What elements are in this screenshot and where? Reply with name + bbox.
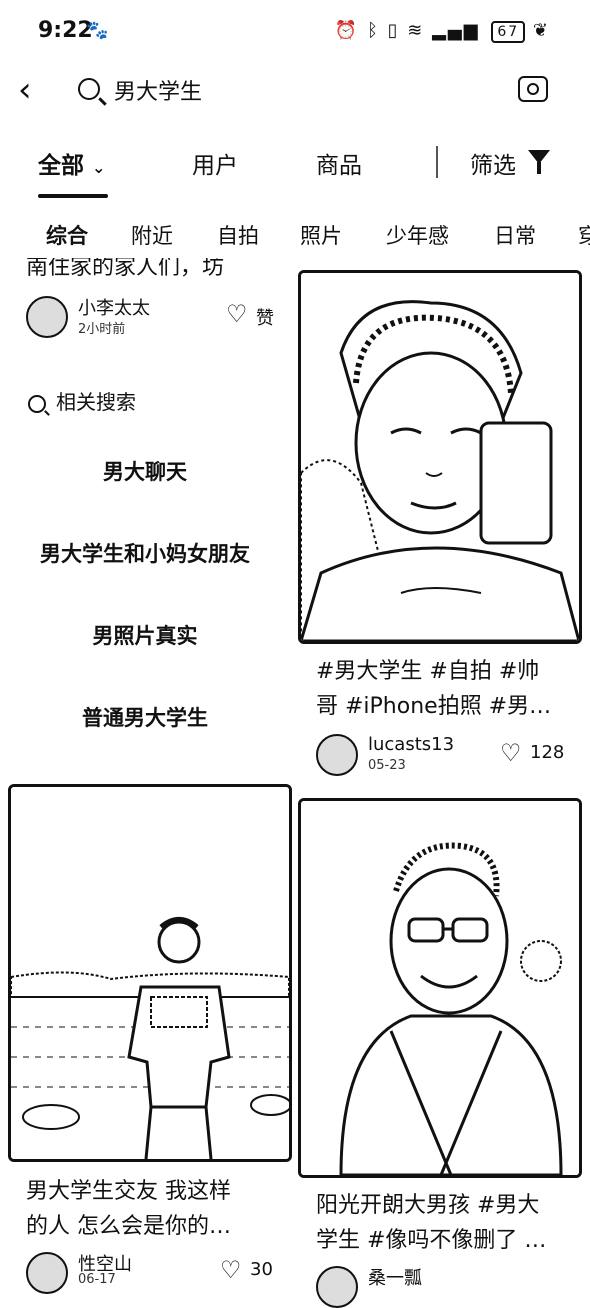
- smiling-portrait-photo: [301, 801, 579, 1175]
- tab-products[interactable]: 商品: [316, 146, 362, 180]
- tab-divider: [436, 146, 438, 178]
- related-item[interactable]: 男大聊天: [0, 456, 290, 486]
- related-heading-label: 相关搜索: [56, 390, 136, 414]
- filter-icon[interactable]: [528, 150, 550, 174]
- subtab-daily[interactable]: 日常: [494, 220, 536, 250]
- related-item[interactable]: 男大学生和小妈女朋友: [0, 538, 290, 568]
- post-title[interactable]: 男大学生交友 我这样 的人 怎么会是你的…: [26, 1174, 231, 1244]
- post-title-line: 学生 #像吗不像删了 …: [316, 1228, 547, 1253]
- paw-icon: 🐾: [86, 20, 109, 41]
- post-title-line: 的人 怎么会是你的…: [26, 1214, 231, 1239]
- post-title-line: 男大学生交友 我这样: [26, 1179, 231, 1204]
- avatar[interactable]: [26, 1252, 68, 1294]
- username[interactable]: 小李太太: [78, 294, 150, 320]
- post-date: 2小时前: [78, 322, 126, 337]
- camera-search-icon[interactable]: [518, 76, 548, 102]
- portrait-photo: [301, 273, 579, 641]
- subtab-youthful[interactable]: 少年感: [386, 220, 449, 250]
- post-image[interactable]: [8, 784, 292, 1162]
- leaf-icon: ❦: [532, 20, 550, 41]
- username[interactable]: lucasts13: [368, 734, 454, 755]
- battery-icon: 67: [491, 21, 526, 43]
- tab-all[interactable]: 全部 ⌄: [38, 146, 105, 180]
- post-title[interactable]: #男大学生 #自拍 #帅 哥 #iPhone拍照 #男…: [316, 654, 551, 724]
- post-image[interactable]: [298, 798, 582, 1178]
- search-icon: [78, 78, 100, 100]
- signal-icon: ▂▄▆: [432, 20, 480, 41]
- filter-button[interactable]: 筛选: [470, 146, 516, 180]
- vibrate-icon: ▯: [387, 20, 400, 41]
- avatar[interactable]: [316, 734, 358, 776]
- tab-users[interactable]: 用户: [192, 146, 238, 180]
- tab-all-label: 全部: [38, 153, 84, 179]
- related-search-heading: 相关搜索: [28, 386, 136, 415]
- wifi-icon: ≋: [407, 20, 425, 41]
- related-item[interactable]: 男照片真实: [0, 620, 290, 650]
- card-title-partial[interactable]: 南住家的家人们，坊: [26, 258, 224, 280]
- like-count: 30: [250, 1259, 273, 1280]
- subtab-nearby[interactable]: 附近: [131, 220, 173, 250]
- bluetooth-icon: ᛒ: [367, 20, 380, 41]
- subtab-selfie[interactable]: 自拍: [217, 220, 259, 250]
- search-icon: [28, 394, 46, 413]
- status-icons: ⏰ ᛒ ▯ ≋ ▂▄▆ 67 ❦: [335, 20, 550, 43]
- heart-icon[interactable]: ♡: [500, 739, 522, 767]
- heart-icon[interactable]: ♡: [226, 300, 248, 328]
- status-time: 9:22: [38, 18, 93, 43]
- back-button[interactable]: ‹: [18, 72, 32, 108]
- related-item[interactable]: 普通男大学生: [0, 702, 290, 732]
- chevron-down-icon: ⌄: [92, 158, 106, 177]
- search-input[interactable]: 男大学生: [114, 74, 202, 106]
- like-label: 赞: [256, 308, 274, 329]
- username[interactable]: 桑一瓢: [368, 1264, 422, 1290]
- post-title-line: 阳光开朗大男孩 #男大: [316, 1193, 540, 1218]
- lakeside-photo: [11, 787, 289, 1159]
- post-title-line: #男大学生 #自拍 #帅: [316, 659, 540, 684]
- subtab-wear[interactable]: 穿: [578, 220, 590, 250]
- alarm-icon: ⏰: [334, 20, 360, 41]
- subtab-comprehensive[interactable]: 综合: [46, 220, 88, 250]
- post-date: 05-23: [368, 758, 406, 773]
- post-title-line: 哥 #iPhone拍照 #男…: [316, 694, 552, 719]
- avatar[interactable]: [316, 1266, 358, 1308]
- status-bar: 9:22 🐾 ⏰ ᛒ ▯ ≋ ▂▄▆ 67 ❦: [0, 0, 590, 64]
- subtab-photo[interactable]: 照片: [300, 220, 342, 250]
- tab-underline: [38, 194, 108, 198]
- like-count: 128: [530, 742, 565, 763]
- post-title[interactable]: 阳光开朗大男孩 #男大 学生 #像吗不像删了 …: [316, 1188, 546, 1258]
- avatar[interactable]: [26, 296, 68, 338]
- post-image[interactable]: [298, 270, 582, 644]
